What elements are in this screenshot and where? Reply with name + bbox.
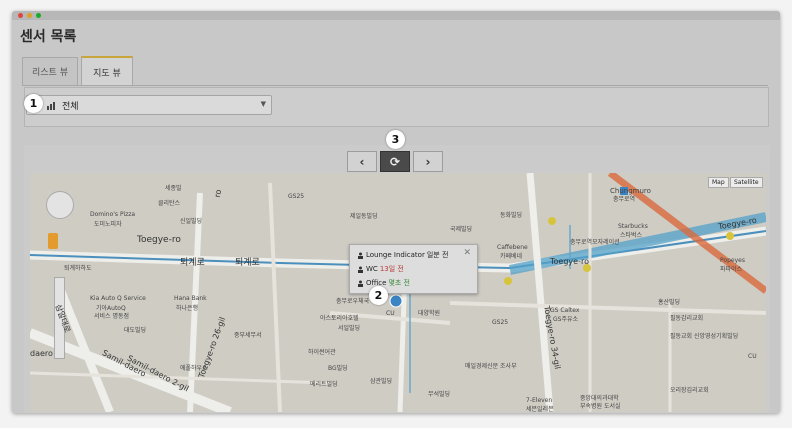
map-label: daero: [30, 349, 53, 358]
map-label: Toegye-ro: [137, 235, 181, 245]
map-label: GS Caltex: [550, 307, 580, 314]
sensor-info-popup: ✕ Lounge Indicator 일분 전 WC 13일 전 Office …: [349, 244, 478, 294]
map-view[interactable]: Map Satellite 세종빌 GS25 클리탄스 신일빌딩 Domino'…: [30, 173, 766, 412]
person-icon: [358, 280, 363, 287]
tab-map-view-label: 지도 뷰: [93, 68, 121, 79]
map-label: ro: [212, 188, 224, 199]
map-label: 동화빌딩: [500, 212, 523, 219]
page-title: 센서 목록: [20, 29, 77, 45]
prev-button[interactable]: ‹: [347, 151, 377, 172]
popup-row: WC 13일 전: [357, 264, 404, 274]
map-label: 삼관빌딩: [370, 378, 393, 385]
popup-device: Lounge Indicator: [366, 251, 425, 259]
map-label: GS25: [492, 319, 509, 326]
person-icon: [358, 252, 363, 259]
map-label: 신일빌딩: [180, 218, 203, 225]
popup-row: Lounge Indicator 일분 전: [357, 250, 448, 260]
map-type-map-label: Map: [712, 179, 725, 186]
map-type-map-button[interactable]: Map: [708, 177, 729, 188]
map-label: GS25: [288, 193, 305, 200]
close-icon[interactable]: ✕: [463, 248, 471, 258]
map-label: CU: [748, 353, 757, 360]
tab-divider: [22, 85, 768, 86]
chevron-left-icon: ‹: [359, 154, 365, 169]
map-label: 오리장김리교회: [670, 387, 709, 394]
map-label: 도미노피자: [94, 221, 122, 228]
map-label: 제일동빌딩: [350, 213, 378, 220]
map-label: Hana Bank: [174, 295, 207, 302]
refresh-button[interactable]: ⟳: [380, 151, 410, 172]
refresh-icon: ⟳: [389, 154, 401, 169]
map-type-satellite-label: Satellite: [734, 179, 759, 186]
window-titlebar: [12, 11, 780, 20]
map-type-satellite-button[interactable]: Satellite: [730, 177, 763, 188]
map-label: 서비스 명동점: [94, 313, 130, 320]
map-label: 퇴계로: [235, 258, 260, 268]
map-label: 스타벅스: [620, 232, 643, 239]
next-button[interactable]: ›: [413, 151, 443, 172]
signal-icon: [47, 102, 55, 110]
map-label: Toegye-ro: [550, 257, 589, 266]
annotation-badge-3: 3: [386, 130, 405, 149]
tab-list-view[interactable]: 리스트 뷰: [22, 57, 78, 85]
map-label: 부속병원 도서실: [580, 403, 621, 410]
pan-control[interactable]: [46, 191, 74, 219]
map-label: 세븐일레븐: [526, 406, 554, 412]
map-label: 필동감리교회: [670, 315, 704, 322]
popup-time: 13일 전: [379, 265, 404, 273]
map-label: Starbucks: [618, 223, 648, 230]
map-label: 세종빌: [165, 185, 182, 192]
tab-list-view-label: 리스트 뷰: [32, 68, 68, 78]
map-label: 아스토리아호텔: [320, 315, 359, 322]
sensor-marker: [389, 294, 403, 308]
map-label: 하이썬어관: [308, 349, 336, 356]
minimize-window-dot[interactable]: [27, 13, 32, 18]
map-label: BG빌딩: [328, 365, 348, 372]
map-label: Popeyes: [720, 257, 745, 264]
map-label: 메리트빌딩: [310, 381, 338, 388]
map-label: 무석빌딩: [428, 391, 451, 398]
map-label: 클리탄스: [158, 200, 181, 207]
map-label: 퇴계로: [180, 258, 205, 268]
close-window-dot[interactable]: [18, 13, 23, 18]
map-label: 충무로역: [613, 196, 636, 203]
maximize-window-dot[interactable]: [36, 13, 41, 18]
map-label: Domino's Pizza: [90, 211, 136, 218]
popup-time: 몇초 전: [388, 279, 410, 287]
map-label: 중부세무서: [234, 332, 262, 339]
chevron-right-icon: ›: [425, 154, 431, 169]
map-label: 충무로역모자레이션: [570, 239, 620, 246]
chevron-down-icon: ▼: [260, 100, 266, 108]
map-label: 매일경제신문 조사부: [465, 363, 517, 370]
map-label: 퇴계하하도: [64, 265, 92, 272]
sensor-filter-value: 전체: [62, 102, 79, 112]
popup-device: WC: [366, 265, 378, 273]
annotation-badge-2: 2: [369, 286, 388, 305]
person-icon: [358, 266, 363, 273]
map-label: Caffebene: [497, 244, 528, 251]
map-label: 국제빌딩: [450, 226, 473, 233]
map-label: 카페베네: [500, 253, 523, 260]
map-label: CU: [386, 310, 395, 317]
tab-map-view[interactable]: 지도 뷰: [81, 56, 133, 86]
sensor-filter-select[interactable]: 전체 ▼: [26, 95, 272, 115]
map-label: 서일빌딩: [338, 325, 361, 332]
map-label: 7-Eleven: [526, 397, 553, 404]
map-label: 하나은행: [176, 305, 199, 312]
map-label: GS주유소: [553, 316, 579, 323]
map-label: 대도빌딩: [124, 327, 147, 334]
map-label: 필동교회 신앙영성기획빌딩: [670, 333, 739, 340]
map-label: 충무로우체국: [336, 298, 370, 305]
map-label: 파파이스: [720, 266, 743, 273]
map-label: 홍산빌딩: [658, 299, 681, 306]
annotation-badge-1: 1: [24, 94, 43, 113]
map-label: Kia Auto Q Service: [90, 295, 146, 302]
map-label: 대양학원: [418, 310, 441, 317]
popup-time: 일분 전: [426, 251, 449, 259]
